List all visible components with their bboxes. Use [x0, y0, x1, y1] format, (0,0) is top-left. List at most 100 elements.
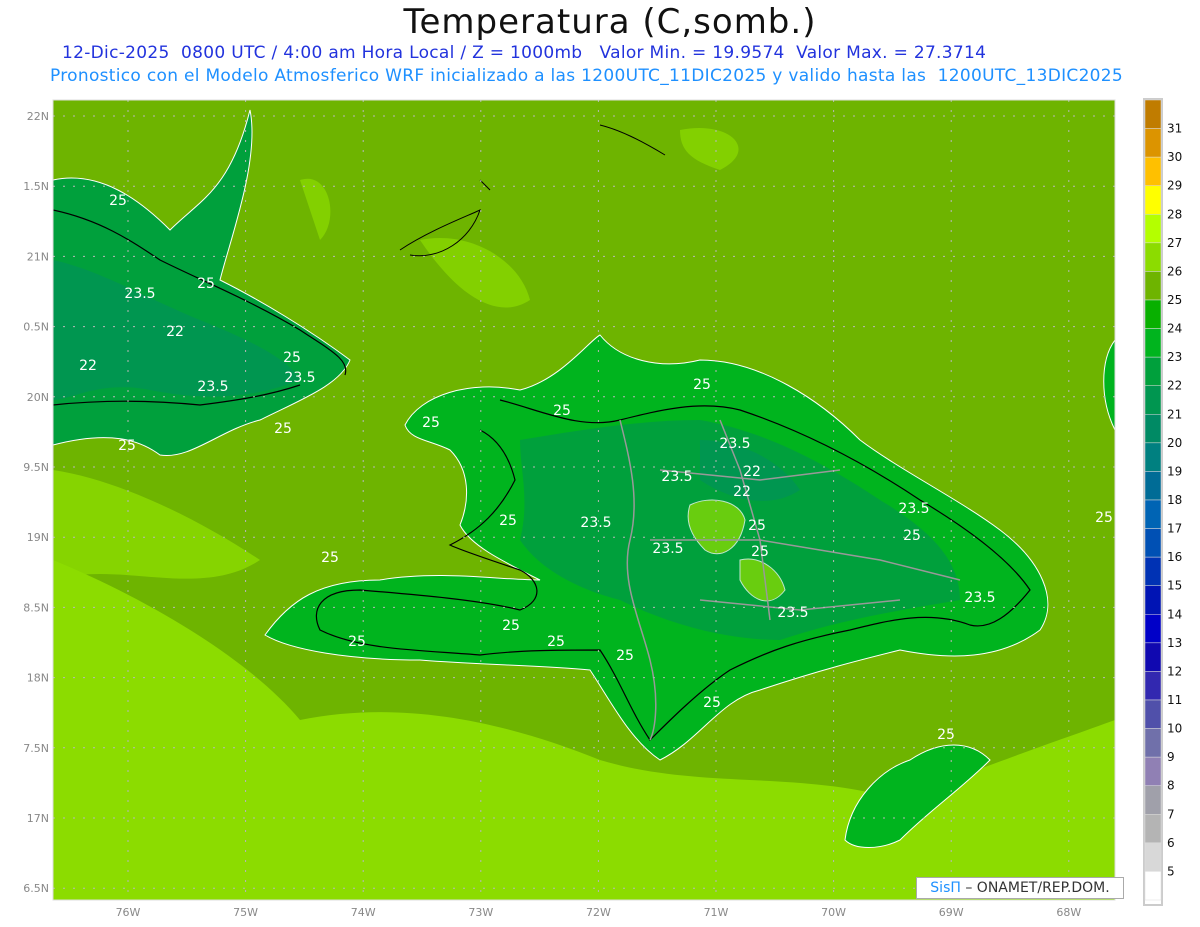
colorbar-swatch	[1144, 271, 1162, 301]
map-field: 25 25 23.5 25 22 22 23.5 23.5 25 25 25 25 25 23.5 23.5…	[53, 100, 1115, 900]
colorbar-label: 7	[1167, 807, 1175, 821]
colorbar-label: 9	[1167, 750, 1175, 764]
colorbar-swatch	[1144, 328, 1162, 358]
colorbar-label: 11	[1167, 693, 1182, 707]
lat-label: 0.5N	[23, 321, 49, 334]
lon-label: 71W	[704, 906, 729, 919]
lon-label: 68W	[1056, 906, 1081, 919]
credit-text: – ONAMET/REP.DOM.	[960, 880, 1110, 896]
contour-label: 23.5	[284, 370, 315, 386]
credit-box: SisΠ – ONAMET/REP.DOM.	[916, 877, 1124, 899]
colorbar-label: 30	[1167, 150, 1182, 164]
colorbar-label: 25	[1167, 293, 1182, 307]
colorbar-label: 24	[1167, 322, 1182, 336]
contour-label: 25	[283, 350, 301, 366]
colorbar-label: 29	[1167, 179, 1182, 193]
colorbar-swatch	[1144, 299, 1162, 329]
colorbar-label: 5	[1167, 864, 1175, 878]
colorbar-swatch	[1144, 214, 1162, 244]
colorbar-swatch	[1144, 385, 1162, 415]
colorbar-swatch	[1144, 356, 1162, 386]
colorbar-label: 27	[1167, 236, 1182, 250]
contour-label: 22	[79, 358, 97, 374]
contour-label: 25	[693, 377, 711, 393]
contour-label: 23.5	[777, 605, 808, 621]
colorbar-swatch	[1144, 585, 1162, 615]
contour-label: 25	[321, 550, 339, 566]
lat-label: 9.5N	[23, 461, 49, 474]
colorbar-swatch	[1144, 242, 1162, 272]
contour-label: 25	[109, 193, 127, 209]
colorbar-label: 22	[1167, 379, 1182, 393]
colorbar-label: 10	[1167, 722, 1182, 736]
colorbar-label: 14	[1167, 607, 1182, 621]
colorbar-label: 31	[1167, 122, 1182, 136]
colorbar-swatch	[1144, 642, 1162, 672]
colorbar-label: 23	[1167, 350, 1182, 364]
colorbar-label: 20	[1167, 436, 1182, 450]
colorbar-swatch	[1144, 842, 1162, 872]
lat-label: 8.5N	[23, 601, 49, 614]
contour-label: 25	[118, 438, 136, 454]
colorbar-label: 8	[1167, 779, 1175, 793]
lat-label: 18N	[27, 672, 49, 685]
colorbar-label: 26	[1167, 264, 1182, 278]
lat-label: 17N	[27, 812, 49, 825]
contour-label: 23.5	[652, 541, 683, 557]
contour-label: 25	[274, 421, 292, 437]
colorbar-swatch	[1144, 871, 1162, 901]
lon-label: 75W	[233, 906, 258, 919]
colorbar-label: 6	[1167, 836, 1175, 850]
contour-label: 23.5	[197, 379, 228, 395]
lat-label: 20N	[27, 391, 49, 404]
lat-label: 6.5N	[23, 882, 49, 895]
colorbar-swatch	[1144, 99, 1162, 129]
colorbar-swatch	[1144, 756, 1162, 786]
colorbar-label: 19	[1167, 464, 1182, 478]
lon-label: 74W	[351, 906, 376, 919]
colorbar-swatch	[1144, 128, 1162, 158]
contour-label: 25	[348, 634, 366, 650]
colorbar-label: 15	[1167, 579, 1182, 593]
colorbar-swatch	[1144, 185, 1162, 215]
colorbar-swatch	[1144, 556, 1162, 586]
lat-label: 7.5N	[23, 742, 49, 755]
lon-label: 69W	[939, 906, 964, 919]
colorbar-label: 28	[1167, 207, 1182, 221]
colorbar-label: 16	[1167, 550, 1182, 564]
contour-label: 23.5	[898, 501, 929, 517]
contour-label: 22	[733, 484, 751, 500]
contour-label: 23.5	[124, 286, 155, 302]
lon-label: 72W	[586, 906, 611, 919]
colorbar-swatch	[1144, 728, 1162, 758]
contour-label: 23.5	[661, 469, 692, 485]
contour-label: 22	[166, 324, 184, 340]
colorbar-label: 13	[1167, 636, 1182, 650]
contour-label: 25	[748, 518, 766, 534]
contour-label: 25	[502, 618, 520, 634]
colorbar-swatch	[1144, 471, 1162, 501]
colorbar: 31 30 29 28 27 26 25 24 23 22 21 20 19 18 17 16 15 14 13 12…	[1143, 98, 1182, 906]
colorbar-label: 18	[1167, 493, 1182, 507]
colorbar-swatch	[1144, 614, 1162, 644]
colorbar-swatch	[1144, 528, 1162, 558]
contour-label: 22	[743, 464, 761, 480]
contour-label: 25	[703, 695, 721, 711]
colorbar-swatch	[1144, 814, 1162, 844]
lat-label: 19N	[27, 531, 49, 544]
temperature-map: 25 25 23.5 25 22 22 23.5 23.5 25 25 25 25 25 23.5 23.5…	[23, 98, 1182, 919]
colorbar-swatch	[1144, 499, 1162, 529]
contour-label: 25	[197, 276, 215, 292]
contour-label: 23.5	[719, 436, 750, 452]
contour-label: 23.5	[964, 590, 995, 606]
contour-label: 25	[937, 727, 955, 743]
contour-label: 25	[553, 403, 571, 419]
colorbar-swatch	[1144, 699, 1162, 729]
colorbar-swatch	[1144, 442, 1162, 472]
contour-label: 25	[547, 634, 565, 650]
contour-label: 23.5	[580, 515, 611, 531]
contour-label: 25	[422, 415, 440, 431]
colorbar-swatch	[1144, 156, 1162, 186]
colorbar-swatch	[1144, 671, 1162, 701]
colorbar-label: 12	[1167, 664, 1182, 678]
